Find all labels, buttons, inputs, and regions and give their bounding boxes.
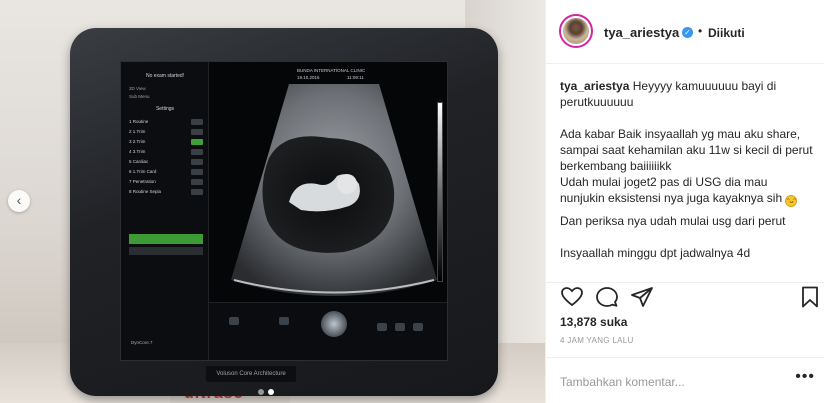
screen-setting-row: 6 1.Trim Card (129, 168, 205, 176)
carousel-dots (258, 382, 288, 395)
screen-clinic-name: BUNDA INTERNATIONAL CLINIC (297, 68, 366, 73)
caption-line: Ada kabar Baik insyaallah yg mau aku sha… (560, 127, 813, 173)
control-button-icon (279, 317, 289, 325)
screen-selected-bar (129, 234, 203, 244)
following-button[interactable]: Diikuti (708, 26, 745, 40)
share-icon[interactable] (630, 285, 654, 309)
caption-line: Dan periksa nya udah mulai usg dari peru… (560, 214, 786, 228)
post-header: tya_ariestya ✓ • Diikuti (546, 0, 824, 64)
ultrasound-screen: No exam started! 3D View Sub Menu Settin… (120, 61, 448, 361)
post-media[interactable]: ultrasc No exam started! 3D View Sub Men… (0, 0, 545, 403)
grayscale-bar (437, 102, 443, 282)
caption-line: Insyaallah minggu dpt jadwalnya 4d (560, 246, 751, 260)
post-caption: tya_ariestya Heyyyy kamuuuuuu bayi di pe… (560, 78, 814, 261)
more-options-icon[interactable]: ••• (795, 368, 815, 386)
screen-menu-sub-menu: Sub Menu (129, 94, 150, 99)
monitor-brand-label: Voluson Core Architecture (206, 366, 296, 382)
carousel-dot-active (268, 389, 274, 395)
control-button-icon (395, 323, 405, 331)
comment-icon[interactable] (595, 285, 619, 309)
screen-setting-row: 8 Routine Sepia (129, 188, 205, 196)
carousel-dot (258, 389, 264, 395)
carousel-prev-button[interactable]: ‹ (8, 190, 30, 212)
heart-icon[interactable] (560, 285, 584, 309)
action-bar (546, 282, 824, 310)
caption-username[interactable]: tya_ariestya (560, 79, 629, 93)
trackball-icon (321, 311, 347, 337)
ultrasound-image (231, 84, 437, 296)
header-username[interactable]: tya_ariestya (604, 25, 679, 40)
laughing-emoji-icon: ᵔᴗᵔ (785, 195, 798, 207)
screen-control-panel (209, 302, 447, 360)
screen-settings-title: Settings (155, 106, 175, 112)
control-button-icon (413, 323, 423, 331)
verified-badge-icon: ✓ (682, 27, 693, 38)
screen-setting-row: 7 Penetration (129, 178, 205, 186)
screen-setting-row: 1 Routine (129, 118, 205, 126)
screen-sidebar: No exam started! 3D View Sub Menu Settin… (121, 62, 209, 360)
screen-sidebar-header: No exam started! (145, 73, 185, 79)
screen-setting-row: 3 2.Trim (129, 138, 205, 146)
screen-logo: DynCore.7 (131, 340, 153, 345)
control-button-icon (377, 323, 387, 331)
comment-input[interactable]: Tambahkan komentar... (560, 375, 685, 389)
bookmark-icon[interactable] (798, 285, 822, 309)
screen-menu-3d-view: 3D View (129, 86, 146, 91)
screen-setting-row: 2 1.Trim (129, 128, 205, 136)
likes-count[interactable]: 13,878 suka (560, 315, 627, 329)
control-button-icon (229, 317, 239, 325)
screen-setting-row: 5 Cardiac (129, 158, 205, 166)
post-panel: tya_ariestya ✓ • Diikuti tya_ariestya He… (545, 0, 824, 403)
caption-line: Udah mulai joget2 pas di USG dia mau nun… (560, 175, 783, 205)
screen-secondary-bar (129, 247, 203, 255)
post-timestamp[interactable]: 4 JAM YANG LALU (560, 336, 634, 345)
ultrasound-monitor: No exam started! 3D View Sub Menu Settin… (70, 28, 498, 396)
comment-box: Tambahkan komentar... ••• (546, 357, 824, 403)
avatar[interactable] (559, 14, 593, 48)
screen-setting-row: 4 3.Trim (129, 148, 205, 156)
separator-dot: • (698, 24, 703, 38)
